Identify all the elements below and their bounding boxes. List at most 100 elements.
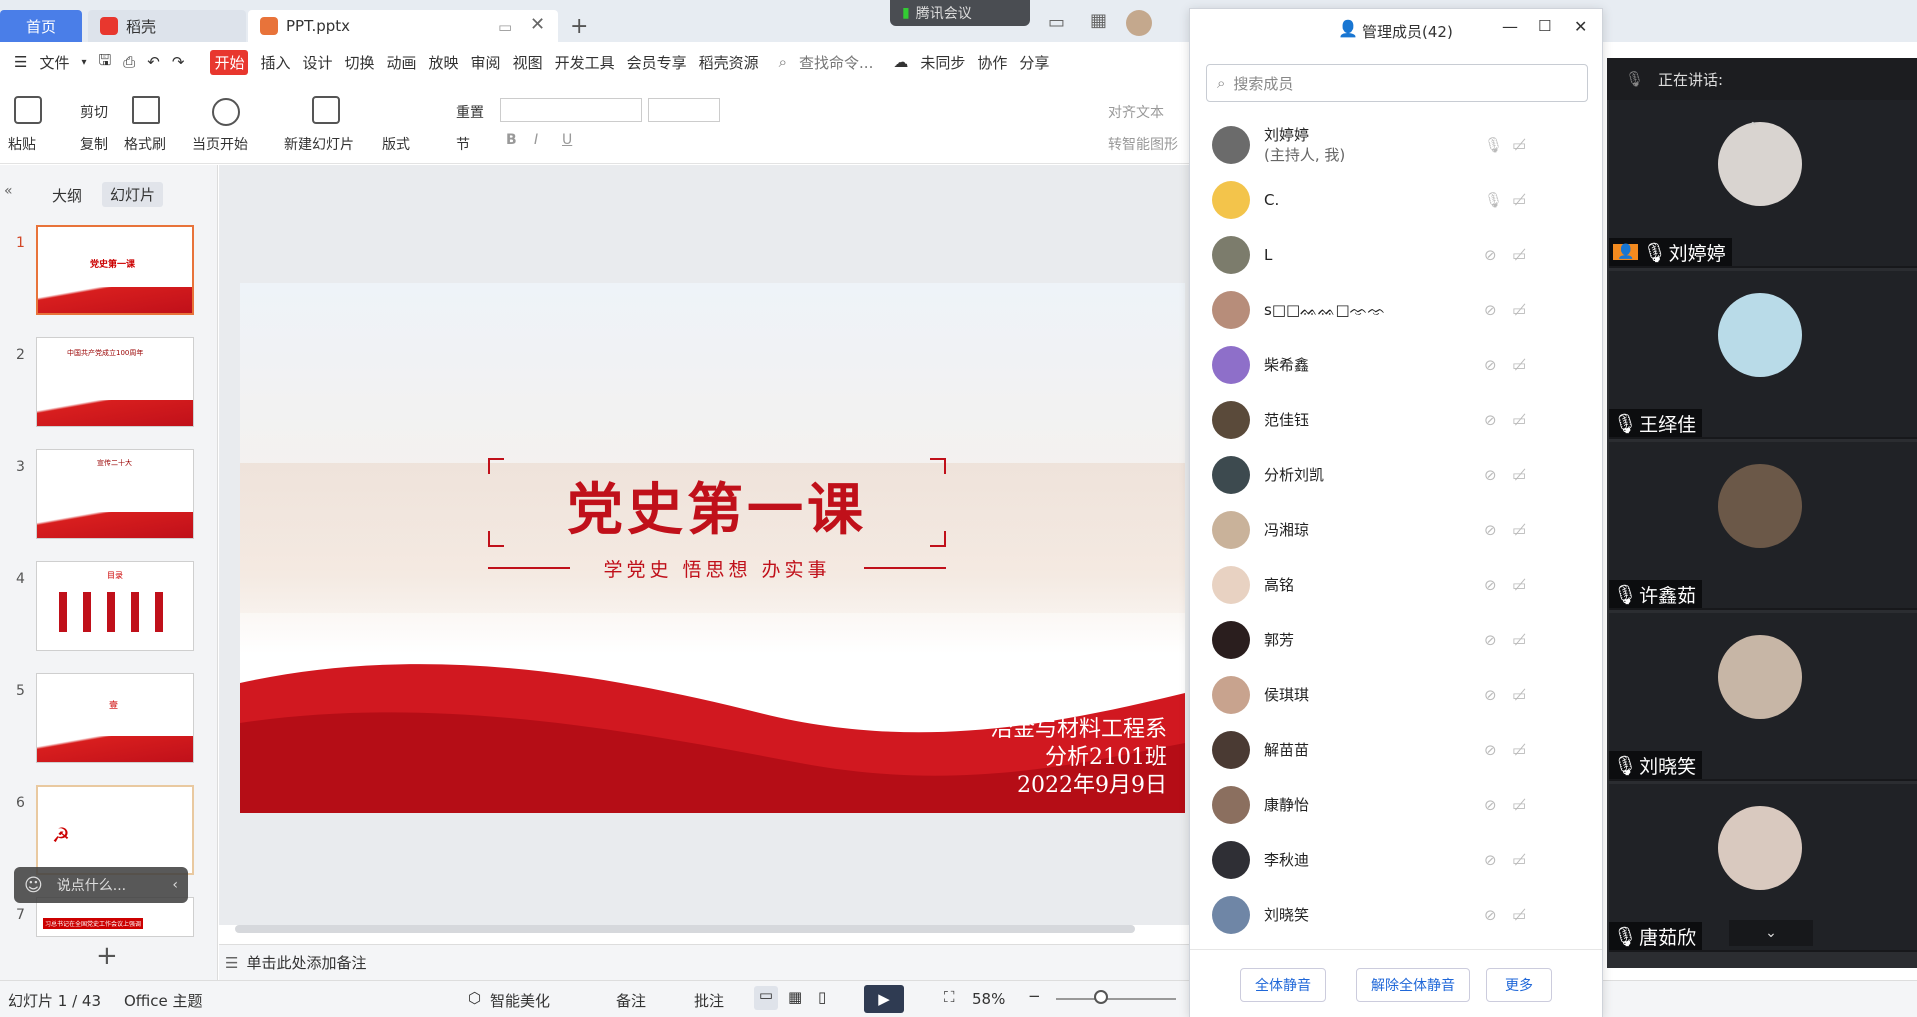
mic-muted-icon[interactable]: ⊘ xyxy=(1484,906,1497,924)
menu-slideshow[interactable]: 放映 xyxy=(429,52,459,73)
notes-toggle[interactable]: 备注 xyxy=(616,990,646,1011)
tab-ppt-document[interactable]: PPT.pptx ▭ ✕ xyxy=(248,10,558,42)
cut-button[interactable]: 剪切 xyxy=(80,102,108,122)
slide-thumb-7[interactable]: 习总书记在全国党史工作会议上强调 xyxy=(36,897,194,937)
tab-home[interactable]: 首页 xyxy=(0,10,82,42)
notes-placeholder[interactable]: 单击此处添加备注 xyxy=(246,952,366,973)
notes-bar[interactable]: ☰ 单击此处添加备注 xyxy=(219,944,1189,980)
maximize-icon[interactable]: ☐ xyxy=(1538,17,1551,35)
tab-daoke[interactable]: 稻壳 xyxy=(88,10,246,42)
unmute-all-button[interactable]: 解除全体静音 xyxy=(1356,968,1470,1002)
font-family-select[interactable] xyxy=(500,98,642,122)
slide-thumb-4[interactable]: 目录 xyxy=(36,561,194,651)
slideshow-play-button[interactable]: ▶ xyxy=(864,985,904,1013)
menu-transition[interactable]: 切换 xyxy=(345,52,375,73)
tab-outline[interactable]: 大纲 xyxy=(52,185,82,206)
slide-thumb-1[interactable]: 党史第一课 xyxy=(36,225,194,315)
collapse-pane-icon[interactable]: « xyxy=(4,183,13,199)
camera-off-icon[interactable]: ▭̸ xyxy=(1512,521,1526,539)
horizontal-scrollbar[interactable] xyxy=(235,925,1135,933)
mic-muted-icon[interactable]: ⊘ xyxy=(1484,521,1497,539)
member-row[interactable]: 刘晓笑 ⊘ ▭̸ xyxy=(1212,887,1592,942)
camera-off-icon[interactable]: ▭̸ xyxy=(1512,576,1526,594)
format-painter-button[interactable]: 格式刷 xyxy=(124,134,166,154)
member-row[interactable]: 郭芳 ⊘ ▭̸ xyxy=(1212,612,1592,667)
collab-button[interactable]: 协作 xyxy=(977,52,1007,73)
menu-review[interactable]: 审阅 xyxy=(471,52,501,73)
menu-animation[interactable]: 动画 xyxy=(387,52,417,73)
share-button[interactable]: 分享 xyxy=(1019,52,1049,73)
comment-bubble[interactable]: ☺ 说点什么... ‹ xyxy=(14,867,188,903)
mic-icon[interactable]: 🎙 xyxy=(1484,191,1503,209)
slide-subtitle[interactable]: 学党史 悟思想 办实事 xyxy=(580,555,854,582)
comment-input[interactable]: 说点什么... xyxy=(57,875,126,895)
menu-start[interactable]: 开始 xyxy=(210,49,249,75)
mic-muted-icon[interactable]: ⊘ xyxy=(1484,851,1497,869)
emoji-icon[interactable]: ☺ xyxy=(24,875,43,896)
undo-icon[interactable]: ↶ xyxy=(147,53,160,71)
mic-icon[interactable]: 🎙 xyxy=(1484,136,1503,154)
mic-muted-icon[interactable]: ⊘ xyxy=(1484,301,1497,319)
menu-view[interactable]: 视图 xyxy=(513,52,543,73)
minimize-icon[interactable]: — xyxy=(1502,17,1518,36)
member-search-box[interactable]: ⌕ 搜索成员 xyxy=(1206,64,1588,102)
mic-muted-icon[interactable]: ⊘ xyxy=(1484,356,1497,374)
member-row[interactable]: s□□ᨐᨐ□ᨎᨎ ⊘ ▭̸ xyxy=(1212,282,1592,337)
close-tab-icon[interactable]: ✕ xyxy=(530,14,545,35)
copy-button[interactable]: 复制 xyxy=(80,134,108,154)
camera-off-icon[interactable]: ▭̸ xyxy=(1512,631,1526,649)
play-from-current-button[interactable]: 当页开始 xyxy=(192,134,248,154)
add-slide-icon[interactable]: + xyxy=(96,941,118,971)
date-text[interactable]: 2022年9月9日 xyxy=(1017,767,1167,799)
slide-title[interactable]: 党史第一课 xyxy=(504,465,930,546)
hamburger-icon[interactable]: ☰ xyxy=(14,53,27,71)
member-row[interactable]: 分析刘凯 ⊘ ▭̸ xyxy=(1212,447,1592,502)
new-tab-icon[interactable]: + xyxy=(570,14,588,39)
camera-off-icon[interactable]: ▭̸ xyxy=(1512,356,1526,374)
zoom-out-icon[interactable]: − xyxy=(1028,987,1041,1005)
camera-off-icon[interactable]: ▭̸ xyxy=(1512,466,1526,484)
chevron-left-icon[interactable]: ‹ xyxy=(172,877,178,893)
underline-icon[interactable]: U xyxy=(562,132,572,148)
mute-all-button[interactable]: 全体静音 xyxy=(1240,968,1326,1002)
play-icon[interactable] xyxy=(212,98,240,126)
mic-muted-icon[interactable]: ⊘ xyxy=(1484,246,1497,264)
video-tile[interactable]: 🎙 王绎佳 xyxy=(1609,271,1917,439)
member-row[interactable]: 范佳钰 ⊘ ▭̸ xyxy=(1212,392,1592,447)
menu-daoke-resources[interactable]: 稻壳资源 xyxy=(699,52,759,73)
camera-off-icon[interactable]: ▭̸ xyxy=(1512,301,1526,319)
video-tile[interactable]: 🎙 许鑫茹 xyxy=(1609,442,1917,610)
mic-muted-icon[interactable]: ⊘ xyxy=(1484,686,1497,704)
fit-window-icon[interactable]: ⛶ xyxy=(944,988,955,1006)
zoom-slider[interactable] xyxy=(1056,998,1176,1000)
member-row[interactable]: 侯琪琪 ⊘ ▭̸ xyxy=(1212,667,1592,722)
camera-off-icon[interactable]: ▭̸ xyxy=(1512,191,1526,209)
member-row[interactable]: L ⊘ ▭̸ xyxy=(1212,227,1592,282)
layout-icon[interactable]: ▭ xyxy=(1048,12,1065,33)
layout-button[interactable]: 版式 xyxy=(382,134,410,154)
format-painter-icon[interactable] xyxy=(132,96,160,124)
theme-name[interactable]: Office 主题 xyxy=(124,990,203,1011)
mic-muted-icon[interactable]: ⊘ xyxy=(1484,631,1497,649)
member-row[interactable]: 康静怡 ⊘ ▭̸ xyxy=(1212,777,1592,832)
meeting-indicator[interactable]: ▮ 腾讯会议 xyxy=(890,0,1030,26)
slide-thumb-2[interactable]: 中国共产党成立100周年 xyxy=(36,337,194,427)
reset-button[interactable]: 重置 xyxy=(456,102,484,122)
grid-view-icon[interactable]: ▦ xyxy=(788,988,802,1006)
beautify-button[interactable]: 智能美化 xyxy=(490,990,550,1011)
tab-slides[interactable]: 幻灯片 xyxy=(102,182,164,207)
sync-status[interactable]: 未同步 xyxy=(920,52,965,73)
file-menu[interactable]: 文件 xyxy=(39,52,69,73)
camera-off-icon[interactable]: ▭̸ xyxy=(1512,906,1526,924)
member-row[interactable]: C. 🎙 ▭̸ xyxy=(1212,172,1592,227)
close-icon[interactable]: ✕ xyxy=(1574,17,1587,36)
member-row[interactable]: 李秋迪 ⊘ ▭̸ xyxy=(1212,832,1592,887)
normal-view-icon[interactable]: ▭ xyxy=(754,986,778,1010)
camera-off-icon[interactable]: ▭̸ xyxy=(1512,136,1526,154)
member-row[interactable]: 解苗苗 ⊘ ▭̸ xyxy=(1212,722,1592,777)
monitor-icon[interactable]: ▭ xyxy=(498,18,512,36)
comment-toggle[interactable]: 批注 xyxy=(694,990,724,1011)
camera-off-icon[interactable]: ▭̸ xyxy=(1512,411,1526,429)
current-slide[interactable]: 党史第一课 学党史 悟思想 办实事 冶金与材料工程系 分析2101班 2022年… xyxy=(240,283,1185,813)
zoom-level[interactable]: 58% xyxy=(972,990,1005,1008)
